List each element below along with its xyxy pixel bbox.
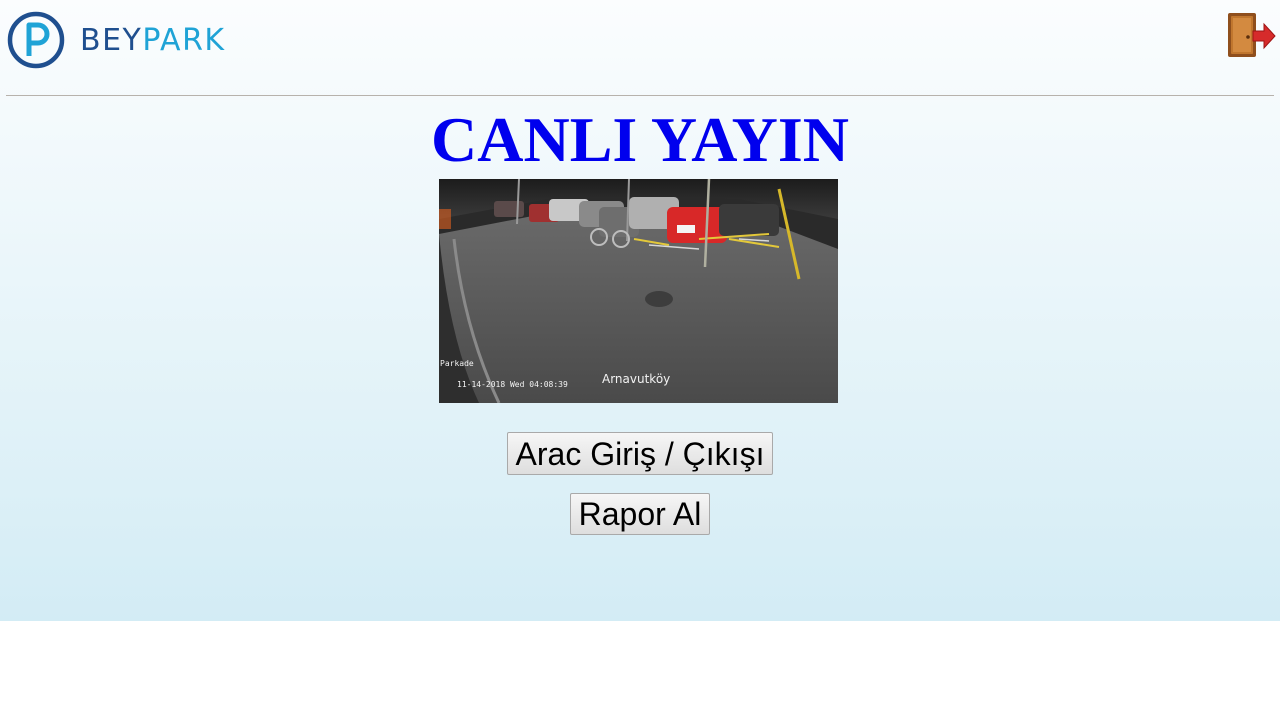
page: BEYPARK CANLI YAYIN Parkade 11-14-2018 W… [0,0,1280,720]
logout-button[interactable] [1226,12,1276,58]
camera-frame-image [439,179,838,403]
get-report-button[interactable]: Rapor Al [570,493,710,535]
logo-text-prefix: BEY [80,22,143,58]
logo-text: BEYPARK [80,23,226,58]
logo-text-suffix: PARK [142,22,226,58]
header: BEYPARK [0,0,1280,95]
live-camera-feed: Parkade 11-14-2018 Wed 04:08:39 Arnavutk… [439,179,838,403]
camera-location: Arnavutköy [602,372,671,386]
camera-timestamp: 11-14-2018 Wed 04:08:39 [457,380,568,389]
header-divider [6,95,1274,96]
vehicle-entry-exit-button[interactable]: Arac Giriş / Çıkışı [507,432,773,475]
camera-label: Parkade [440,359,474,368]
logout-door-icon [1228,13,1276,57]
page-title: CANLI YAYIN [431,104,849,175]
background-footer [0,621,1280,720]
beypark-logo[interactable]: BEYPARK [7,11,226,69]
parking-p-icon [7,11,65,69]
